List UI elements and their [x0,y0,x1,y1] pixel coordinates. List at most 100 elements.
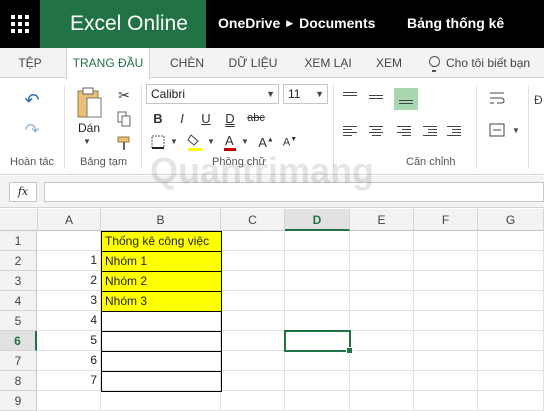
font-size-select[interactable]: 11 ▼ [283,84,328,104]
format-painter-button[interactable] [114,133,134,153]
grid-cell[interactable] [478,391,544,411]
cell-a3[interactable]: 2 [38,271,101,291]
grid-cell[interactable] [350,331,414,351]
number-format-partial[interactable]: Đ [534,93,543,107]
grid-cell[interactable] [414,391,478,411]
cut-button[interactable]: ✂ [114,85,134,105]
row-header-2[interactable]: 2 [0,251,37,271]
row-header-9[interactable]: 9 [0,391,37,411]
column-header-e[interactable]: E [350,209,414,231]
font-color-dropdown-icon[interactable]: ▼ [241,137,249,146]
grid-cell[interactable] [221,391,285,411]
cell-a4[interactable]: 3 [38,291,101,311]
grid-cell[interactable] [38,391,101,411]
grid-cell[interactable] [285,271,350,291]
column-header-a[interactable]: A [38,209,101,231]
increase-indent-button[interactable] [446,123,462,139]
font-name-select[interactable]: Calibri ▼ [146,84,279,104]
row-header-5[interactable]: 5 [0,311,37,331]
grid-cell[interactable] [221,351,285,371]
grid-cell[interactable] [350,291,414,311]
borders-button[interactable] [150,133,166,151]
cell-b6[interactable] [101,331,222,352]
grid-cell[interactable] [285,371,350,391]
grid-cell[interactable] [478,331,544,351]
copy-button[interactable] [114,109,134,129]
cell-b2[interactable]: Nhóm 1 [101,251,222,272]
decrease-indent-button[interactable] [422,123,438,139]
paste-label[interactable]: Dán [78,121,100,135]
merge-dropdown-icon[interactable]: ▼ [512,126,520,135]
cell-a5[interactable]: 4 [38,311,101,331]
grid-cell[interactable] [478,311,544,331]
grid-cell[interactable] [285,311,350,331]
grid-cell[interactable] [285,251,350,271]
align-center-button[interactable] [368,123,384,139]
cell-a7[interactable]: 6 [38,351,101,371]
redo-button[interactable]: ↷ [20,119,44,141]
document-title[interactable]: Bảng thống kê [407,15,504,31]
cell-a6[interactable]: 5 [38,331,101,351]
column-header-g[interactable]: G [478,209,544,231]
tab-review[interactable]: XEM LẠI [296,48,360,78]
align-top-button[interactable] [342,89,358,105]
grid-cell[interactable] [350,251,414,271]
grid-cell[interactable] [414,291,478,311]
tell-me-search[interactable]: Cho tôi biết bạn [428,48,530,78]
grid-cell[interactable] [221,291,285,311]
increase-font-button[interactable]: A▲ [258,133,274,151]
cell-a8[interactable]: 7 [38,371,101,391]
row-header-1[interactable]: 1 [0,231,37,251]
strikethrough-button[interactable]: abc [244,109,268,127]
grid-cell[interactable] [285,291,350,311]
breadcrumb-documents[interactable]: Documents [299,15,375,31]
tab-home[interactable]: TRANG ĐẦU [66,48,150,79]
grid-cell[interactable] [414,351,478,371]
cell-b1[interactable]: Thống kê công việc [101,231,222,252]
borders-dropdown-icon[interactable]: ▼ [170,137,178,146]
fill-color-dropdown-icon[interactable]: ▼ [207,137,215,146]
grid-cell[interactable] [414,271,478,291]
decrease-font-button[interactable]: A▼ [282,133,298,151]
grid-cell[interactable] [350,271,414,291]
align-left-button[interactable] [342,123,358,139]
grid-cell[interactable] [101,391,221,411]
grid-cell[interactable] [221,231,285,251]
grid-cell[interactable] [478,251,544,271]
column-header-f[interactable]: F [414,209,478,231]
row-header-6[interactable]: 6 [0,331,37,351]
align-bottom-button[interactable] [394,88,418,110]
cell-b8[interactable] [101,371,222,392]
font-color-button[interactable]: A [222,131,238,153]
select-all-corner[interactable] [0,209,38,231]
grid-cell[interactable] [38,231,101,251]
grid-cell[interactable] [285,331,350,351]
tab-data[interactable]: DỮ LIỆU [222,48,284,78]
grid-cell[interactable] [350,231,414,251]
breadcrumb-onedrive[interactable]: OneDrive [218,15,280,31]
grid-cell[interactable] [350,391,414,411]
column-header-d[interactable]: D [285,209,350,231]
grid-cell[interactable] [221,251,285,271]
cell-a2[interactable]: 1 [38,251,101,271]
align-right-button[interactable] [396,123,412,139]
tab-file[interactable]: TỆP [8,48,52,78]
italic-button[interactable]: I [174,109,190,127]
bold-button[interactable]: B [150,109,166,127]
align-middle-button[interactable] [368,89,384,105]
double-underline-button[interactable]: D [222,109,238,127]
grid-cell[interactable] [478,371,544,391]
grid-cell[interactable] [221,371,285,391]
cell-b3[interactable]: Nhóm 2 [101,271,222,292]
undo-button[interactable]: ↶ [20,89,44,111]
underline-button[interactable]: U [198,109,214,127]
grid-cell[interactable] [414,331,478,351]
cell-b5[interactable] [101,311,222,332]
grid-cell[interactable] [478,271,544,291]
row-header-8[interactable]: 8 [0,371,37,391]
wrap-text-button[interactable] [488,89,506,107]
grid-cell[interactable] [478,291,544,311]
grid-cell[interactable] [414,251,478,271]
grid-cell[interactable] [221,311,285,331]
grid-cell[interactable] [414,311,478,331]
